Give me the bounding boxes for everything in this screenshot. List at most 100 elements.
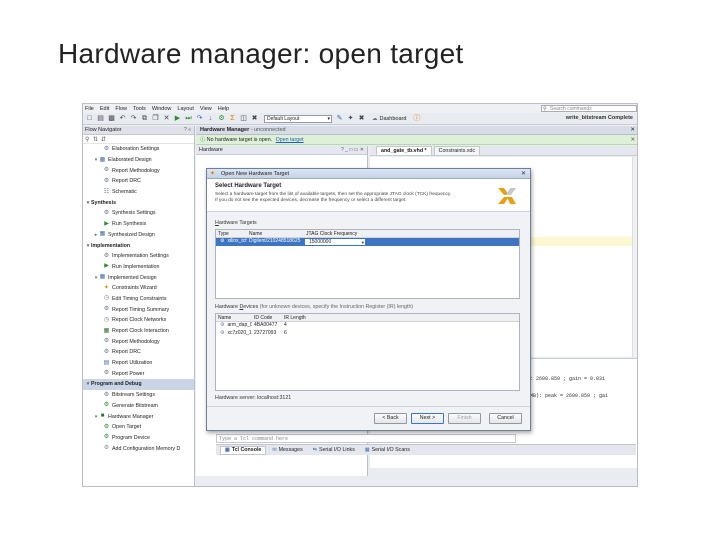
flow-navigator-item[interactable]: ▶ Run Implementation: [83, 262, 194, 273]
flow-section-header[interactable]: ▾ Synthesis: [83, 197, 194, 208]
collapse-all-icon[interactable]: ⇅: [93, 136, 101, 143]
pencil-icon[interactable]: ✎: [335, 114, 344, 123]
flow-navigator-item[interactable]: ⚙ Report Power: [83, 368, 194, 379]
flow-navigator-item[interactable]: ◷ Report Clock Networks: [83, 315, 194, 326]
menu-flow[interactable]: Flow: [115, 106, 127, 112]
tab-constraints[interactable]: Constraints.xdc: [433, 146, 481, 155]
close-icon[interactable]: ✕: [630, 126, 635, 135]
menu-help[interactable]: Help: [218, 106, 229, 112]
finish-button[interactable]: Finish: [448, 413, 481, 424]
flow-navigator-item[interactable]: ⚙ Generate Bitstream: [83, 401, 194, 412]
flow-navigator-item[interactable]: ⚙ Add Configuration Memory D: [83, 443, 194, 454]
paste-icon[interactable]: ❐: [151, 114, 160, 123]
flow-navigator-item[interactable]: ⚙ Synthesis Settings: [83, 208, 194, 219]
layout-select[interactable]: Default Layout ▾: [264, 114, 332, 123]
column-header[interactable]: IR Length: [282, 314, 314, 321]
menu-window[interactable]: Window: [152, 106, 172, 112]
menu-layout[interactable]: Layout: [177, 106, 194, 112]
tab-serial-io-scans[interactable]: ▦ Serial I/O Scans: [361, 446, 414, 455]
tab-and-gate-tb[interactable]: and_gate_tb.vhd *: [376, 146, 432, 155]
table-row[interactable]: ⚙ arm_dap_0 4BA00477 4: [216, 322, 519, 330]
flow-navigator-item[interactable]: ▦ Report Clock Interaction: [83, 326, 194, 337]
flow-navigator-item[interactable]: ◷ Edit Timing Constraints: [83, 294, 194, 305]
menu-file[interactable]: File: [85, 106, 94, 112]
flow-navigator-item[interactable]: ⚙ Report Methodology: [83, 165, 194, 176]
menu-edit[interactable]: Edit: [100, 106, 109, 112]
flow-navigator-item[interactable]: ⚙ Open Target: [83, 422, 194, 433]
flow-navigator-item[interactable]: ⚙ Bitstream Settings: [83, 390, 194, 401]
tab-serial-io-links[interactable]: ⇆ Serial I/O Links: [309, 446, 359, 455]
panel-controls-icon[interactable]: ? «: [184, 126, 191, 135]
target-type: xilinx_tcf: [227, 238, 247, 244]
run-icon[interactable]: ▶: [173, 114, 182, 123]
run-step-icon[interactable]: ⏭: [184, 114, 193, 123]
table-row[interactable]: ⚙ xc7z020_1 23727093 6: [216, 330, 519, 338]
flow-navigator-item[interactable]: ▸ ▦ Synthesized Design: [83, 230, 194, 241]
delete-icon[interactable]: ✕: [162, 114, 171, 123]
layout-value: Default Layout: [267, 115, 300, 122]
back-button[interactable]: < Back: [374, 413, 407, 424]
panel-window-controls-icon[interactable]: ? _ □ ▭ ✕: [341, 146, 364, 155]
program-icon[interactable]: ↷: [195, 114, 204, 123]
flow-navigator-item[interactable]: ▤ Report Utilization: [83, 358, 194, 369]
wrench-icon[interactable]: ✦: [346, 114, 355, 123]
sum-icon[interactable]: Σ: [228, 114, 237, 123]
column-header[interactable]: Name: [247, 230, 304, 237]
dashboard-button[interactable]: ☁ Dashboard: [372, 116, 406, 122]
tab-messages[interactable]: ✉ Messages: [268, 446, 306, 455]
flow-navigator-item[interactable]: ▾ ▦ Elaborated Design: [83, 155, 194, 166]
expand-all-icon[interactable]: ⇵: [101, 136, 109, 143]
flow-navigator-item[interactable]: ✦ Constraints Wizard: [83, 283, 194, 294]
open-target-link[interactable]: Open target: [276, 137, 304, 143]
column-header[interactable]: Type: [216, 230, 247, 237]
split-icon[interactable]: ◫: [239, 114, 248, 123]
settings-icon[interactable]: ⚙: [217, 114, 226, 123]
jtag-frequency-value: 15000000: [309, 239, 332, 245]
jtag-frequency-select[interactable]: 15000000 ▾: [304, 238, 366, 246]
column-header[interactable]: JTAG Clock Frequency: [304, 230, 366, 237]
close-notice-icon[interactable]: ✕: [631, 135, 635, 145]
tool-icon[interactable]: ✖: [357, 114, 366, 123]
dashboard-label: Dashboard: [379, 115, 407, 122]
tcl-command-input[interactable]: Type a Tcl command here: [216, 434, 516, 443]
column-header[interactable]: Name: [216, 314, 252, 321]
flow-navigator-item[interactable]: ⚙ Report Timing Summary: [83, 304, 194, 315]
flow-section-header[interactable]: ▾ Implementation: [83, 240, 194, 251]
save-icon[interactable]: ▩: [107, 114, 116, 123]
flow-navigator-item[interactable]: ⚙ Report DRC: [83, 176, 194, 187]
menu-view[interactable]: View: [200, 106, 212, 112]
flow-navigator-item[interactable]: ⚙ Implementation Settings: [83, 251, 194, 262]
dialog-close-icon[interactable]: ✕: [521, 169, 526, 179]
download-icon[interactable]: ↓: [206, 114, 215, 123]
search-commands-input[interactable]: ⚲ Search commands: [541, 105, 637, 112]
hardware-manager-title: Hardware Manager: [200, 127, 250, 133]
flow-navigator-item[interactable]: ⚙ Program Device: [83, 433, 194, 444]
column-header[interactable]: ID Code: [252, 314, 282, 321]
flow-navigator-item[interactable]: ▾ ■ Hardware Manager: [83, 411, 194, 422]
flow-navigator-item[interactable]: ▶ Run Synthesis: [83, 219, 194, 230]
close-view-icon[interactable]: ✖: [250, 114, 259, 123]
editor-scrollbar[interactable]: [632, 157, 637, 357]
undo-icon[interactable]: ↶: [118, 114, 127, 123]
clock-icon: ◷: [103, 295, 110, 302]
copy-icon[interactable]: ⧉: [140, 114, 149, 123]
flow-navigator-item[interactable]: ☷ Schematic: [83, 187, 194, 198]
menu-tools[interactable]: Tools: [133, 106, 146, 112]
next-button[interactable]: Next >: [411, 413, 444, 424]
flow-navigator-item-label: Schematic: [112, 189, 137, 196]
help-icon[interactable]: ⓘ: [412, 114, 421, 123]
flow-navigator-item[interactable]: ⚙ Elaboration Settings: [83, 144, 194, 155]
redo-icon[interactable]: ↷: [129, 114, 138, 123]
cancel-button[interactable]: Cancel: [489, 413, 522, 424]
flow-navigator-item[interactable]: ⚙ Report DRC: [83, 347, 194, 358]
new-project-icon[interactable]: □: [85, 114, 94, 123]
flow-navigator-item[interactable]: ▾ ▦ Implemented Design: [83, 272, 194, 283]
menu-bar: File Edit Flow Tools Window Layout View …: [83, 104, 637, 113]
open-icon[interactable]: ▤: [96, 114, 105, 123]
flow-section-header[interactable]: ▾ Program and Debug: [83, 379, 194, 390]
dialog-title-bar[interactable]: ✦ Open New Hardware Target ✕: [207, 169, 530, 179]
flow-navigator-item[interactable]: ⚙ Report Methodology: [83, 336, 194, 347]
tab-tcl-console[interactable]: ▦ Tcl Console: [220, 445, 267, 455]
search-icon[interactable]: ⚲: [85, 136, 93, 143]
table-row[interactable]: ⚙ xilinx_tcf Digilent/210248518625 150000…: [216, 238, 519, 246]
